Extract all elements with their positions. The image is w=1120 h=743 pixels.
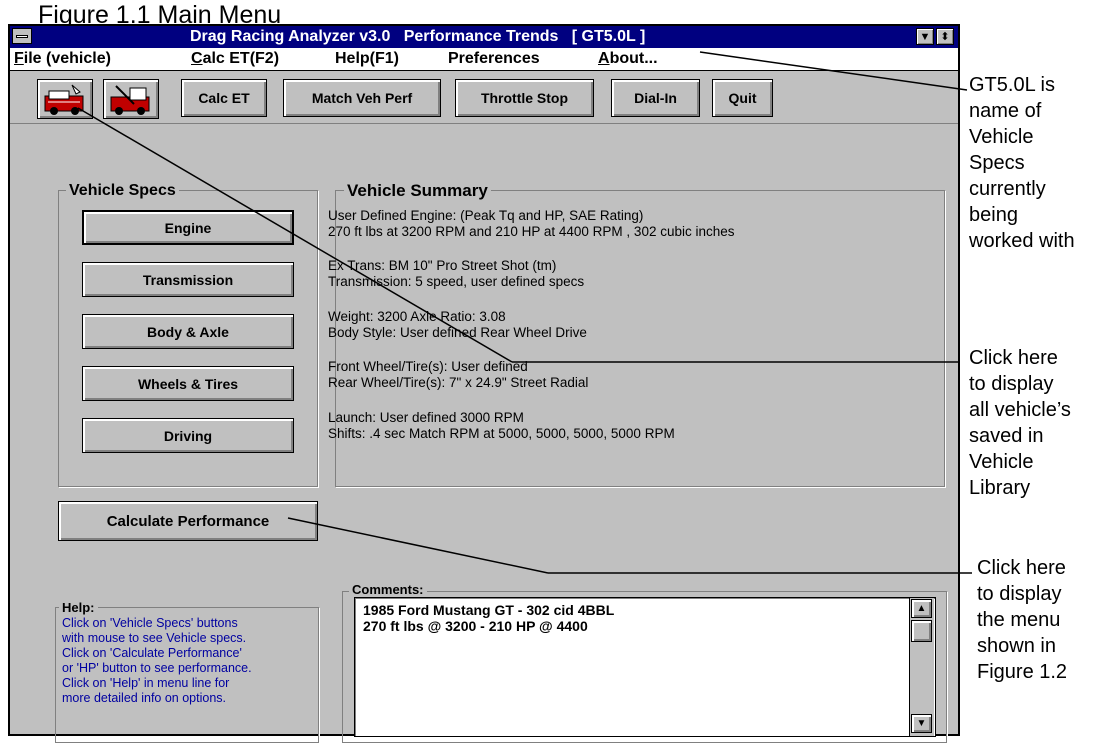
annotation-line: to display (977, 583, 1062, 605)
annotation-line: Click here (969, 347, 1058, 369)
annotation-line: name of (969, 100, 1042, 122)
annotation-line: Vehicle (969, 451, 1034, 473)
annotation-menu: Click here to display the menu shown in … (977, 555, 1067, 685)
annotation-line: to display (969, 373, 1054, 395)
annotation-line: Specs (969, 152, 1025, 174)
annotation-line: Library (969, 477, 1031, 499)
annotation-library: Click here to display all vehicle’s save… (969, 345, 1071, 501)
callout-line-menu-diagonal (287, 517, 549, 574)
callout-line-vehicle-name (699, 51, 968, 91)
annotation-line: all vehicle’s (969, 399, 1071, 421)
annotation-vehicle-name: GT5.0L is name of Vehicle Specs currentl… (969, 72, 1075, 254)
annotation-line: Click here (977, 557, 1066, 579)
annotation-line: worked with (969, 230, 1075, 252)
annotation-line: Vehicle (969, 126, 1034, 148)
annotation-line: currently (969, 178, 1046, 200)
annotation-line: saved in (969, 425, 1044, 447)
annotation-line: shown in (977, 635, 1056, 657)
annotation-line: being (969, 204, 1018, 226)
annotation-line: Figure 1.2 (977, 661, 1068, 683)
callout-line-library-diagonal (77, 107, 513, 363)
callout-lines (77, 51, 972, 574)
annotation-line: GT5.0L is (969, 74, 1055, 96)
annotation-line: the menu (977, 609, 1061, 631)
